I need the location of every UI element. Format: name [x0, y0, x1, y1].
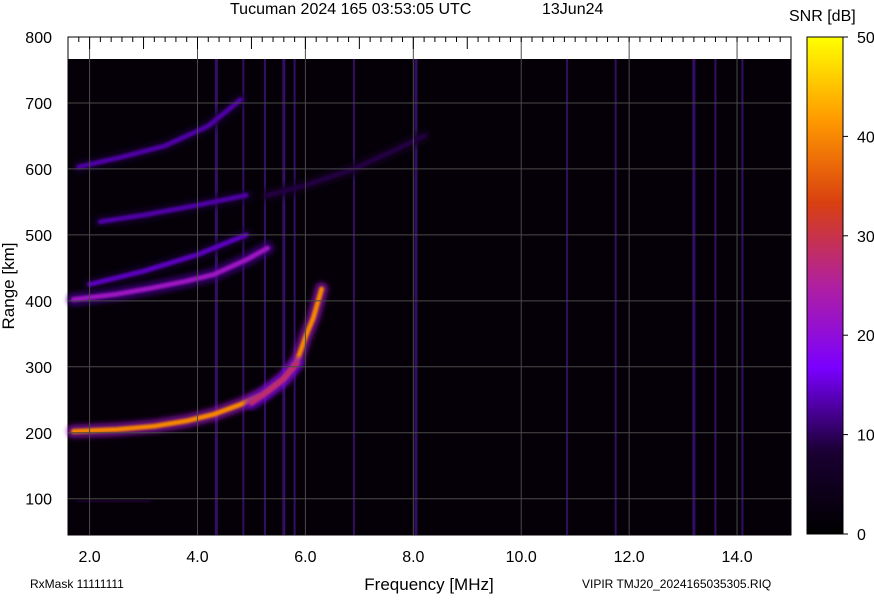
y-tick-label: 200: [25, 426, 52, 443]
x-tick-label: 6.0: [294, 549, 316, 566]
colorbar-tick-label: 0: [857, 527, 866, 544]
y-tick-label: 400: [25, 294, 52, 311]
colorbar-tick-label: 20: [857, 328, 874, 345]
y-tick-label: 700: [25, 96, 52, 113]
colorbar-ticks: 0 10 20 30 40 50: [843, 30, 874, 544]
ionogram-chart: Tucuman 2024 165 03:53:05 UTC 13Jun24 2.…: [0, 1, 874, 594]
y-tick-label: 800: [25, 30, 52, 47]
colorbar: [806, 36, 844, 535]
x-tick-label: 10.0: [506, 549, 537, 566]
file-label: VIPIR TMJ20_2024165035305.RIQ: [582, 577, 771, 591]
x-tick-label: 14.0: [721, 549, 752, 566]
rxmask-label: RxMask 11111111: [30, 577, 124, 591]
colorbar-label: SNR [dB]: [789, 8, 856, 25]
x-axis-label: Frequency [MHz]: [364, 575, 493, 594]
x-tick-label: 2.0: [78, 549, 100, 566]
x-tick-label: 12.0: [614, 549, 645, 566]
x-tick-label: 4.0: [186, 549, 208, 566]
y-axis-label: Range [km]: [0, 243, 18, 330]
chart-title: Tucuman 2024 165 03:53:05 UTC: [230, 1, 471, 18]
y-tick-label: 100: [25, 492, 52, 509]
y-tick-label: 300: [25, 360, 52, 377]
colorbar-tick-label: 50: [857, 30, 874, 47]
y-tick-label: 500: [25, 228, 52, 245]
x-tick-label: 8.0: [402, 549, 424, 566]
heatmap-area: [68, 59, 791, 535]
colorbar-tick-label: 10: [857, 428, 874, 445]
y-tick-labels: 100 200 300 400 500 600 700 800: [25, 30, 52, 509]
x-tick-labels: 2.0 4.0 6.0 8.0 10.0 12.0 14.0: [78, 549, 752, 566]
colorbar-tick-label: 40: [857, 129, 874, 146]
y-tick-label: 600: [25, 162, 52, 179]
date-label: 13Jun24: [542, 1, 603, 18]
colorbar-tick-label: 30: [857, 229, 874, 246]
